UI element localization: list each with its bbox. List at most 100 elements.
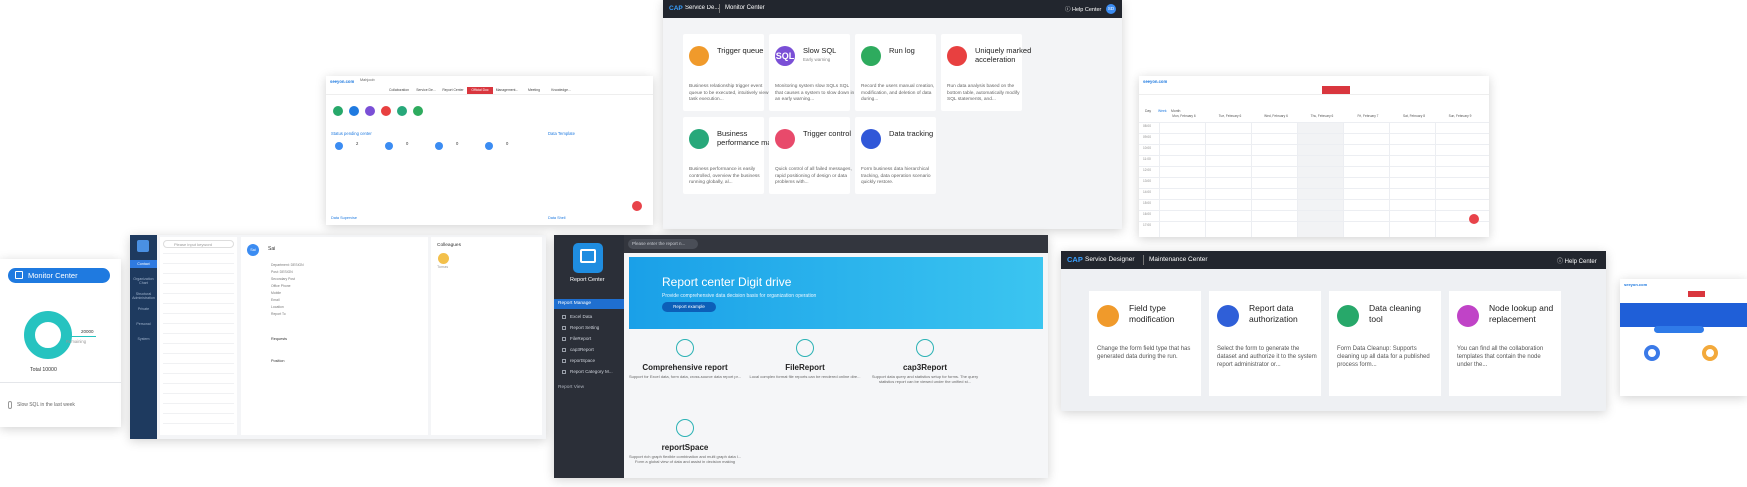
report-menu-item[interactable]: Report Category M... (554, 366, 620, 377)
colleague-avatar[interactable] (438, 253, 449, 264)
menu-item-icon (562, 314, 566, 319)
app-shortcut-icon[interactable] (333, 106, 343, 116)
help-center-link[interactable]: ⓘ Help Center (1065, 5, 1101, 13)
float-action-button[interactable] (632, 201, 642, 211)
menu-item-label: reportSpace (570, 358, 596, 363)
hour-label: 16:00 (1143, 212, 1151, 216)
tree-row[interactable] (163, 403, 234, 404)
app-shortcut-icon[interactable] (397, 106, 407, 116)
hour-label: 10:00 (1143, 146, 1151, 150)
report-card-description: Support rich graph flexible combination … (628, 454, 742, 464)
app-shortcut-icon[interactable] (365, 106, 375, 116)
tile-description: Change the form field type that has gene… (1097, 346, 1191, 360)
portal-nav-tab[interactable]: Knowledge... (548, 87, 574, 94)
menu-item-icon (562, 347, 566, 352)
monitor-tile[interactable]: Uniquely marked acceleration Run data ana… (941, 34, 1031, 111)
portal-nav-tab[interactable]: Meeting (521, 87, 547, 94)
app-name[interactable]: Service Designer (1085, 256, 1135, 263)
monitor-tile[interactable]: SQL Slow SQL Early warning Monitoring syste… (769, 34, 854, 111)
portal-nav-tab[interactable]: Report Center (440, 87, 466, 94)
report-card-description: Local complex format file reports can be… (749, 374, 861, 379)
contacts-sidebar-item[interactable]: Organization Chart (130, 275, 157, 287)
app-shortcut-icon[interactable] (413, 106, 423, 116)
tree-row[interactable] (163, 263, 234, 264)
day-divider (1435, 122, 1436, 237)
mini-active-tab[interactable] (1688, 291, 1705, 297)
tree-row[interactable] (163, 303, 234, 304)
page-controls[interactable] (265, 424, 295, 428)
monitor-tile[interactable]: Trigger queue Business relationship trigg… (683, 34, 768, 111)
tree-row[interactable] (163, 313, 234, 314)
tree-row[interactable] (163, 383, 234, 384)
tree-row[interactable] (163, 353, 234, 354)
colleague-name[interactable]: Tomas (437, 265, 448, 269)
tree-row[interactable] (163, 253, 234, 254)
tree-row[interactable] (163, 363, 234, 364)
tile-description: Form Data Cleanup: Supports cleaning up … (1337, 346, 1430, 368)
app-shortcut-icon[interactable] (381, 106, 391, 116)
report-example-button[interactable]: Report example (662, 302, 716, 312)
contacts-sidebar-item[interactable]: Structural Administration (130, 290, 157, 302)
report-card[interactable]: reportSpace Support rich graph flexible c… (620, 415, 750, 478)
active-tab-management[interactable] (1322, 86, 1350, 94)
app-name[interactable]: Service De... (685, 5, 719, 11)
tree-row[interactable] (163, 373, 234, 374)
brand-logo: CAP (669, 5, 683, 12)
portal-nav-tab[interactable]: Management... (494, 87, 520, 94)
avatar[interactable]: SD (1106, 4, 1116, 14)
report-menu-item[interactable]: Report Setting (554, 322, 620, 333)
help-center-link[interactable]: ⓘ Help Center (1557, 256, 1597, 265)
portal-nav-tab[interactable]: Collaboration (386, 87, 412, 94)
tree-row[interactable] (163, 393, 234, 394)
maintenance-tile[interactable]: Node lookup and replacement You can find … (1449, 291, 1561, 396)
report-menu-item[interactable]: reportSpace (554, 355, 620, 366)
float-action-button[interactable] (1469, 214, 1479, 224)
monitor-tile[interactable]: Business performance map Business perform… (683, 117, 776, 194)
tree-row[interactable] (163, 293, 234, 294)
portal-nav-tab[interactable]: Official Doc (467, 87, 493, 94)
report-menu-item[interactable]: Excel Data (554, 311, 620, 322)
report-card[interactable]: FileReport Local complex format file repo… (740, 335, 870, 405)
calendar-view-tab[interactable]: Month (1171, 109, 1180, 113)
header-divider (1143, 255, 1144, 265)
stat-icon (485, 142, 493, 150)
portal-nav-tab[interactable]: Service De... (413, 87, 439, 94)
brand-logo: seeyon.com (330, 79, 355, 84)
contacts-sidebar-item[interactable]: Personal (130, 320, 157, 328)
monitor-tile[interactable]: Trigger control Quick control of all fail… (769, 117, 852, 194)
tree-row[interactable] (163, 323, 234, 324)
donut-percent: 100% (39, 332, 50, 337)
day-divider (1159, 122, 1160, 237)
menu-item-label: Excel Data (570, 314, 593, 319)
contacts-sidebar-item[interactable]: Contact (130, 260, 157, 269)
maintenance-tile[interactable]: Data cleaning tool Form Data Cleanup: Sup… (1329, 291, 1441, 396)
mini-banner-button[interactable] (1654, 326, 1704, 333)
contacts-sidebar-item[interactable]: Private (130, 305, 157, 313)
report-menu-item[interactable]: FileReport (554, 333, 620, 344)
menu-header[interactable]: Report Manage (554, 299, 624, 309)
calendar-view-tab[interactable]: Day (1145, 109, 1151, 113)
monitor-tile[interactable]: Data tracking Form business data hierarch… (855, 117, 936, 194)
maintenance-tile[interactable]: Report data authorization Select the form… (1209, 291, 1321, 396)
footer-link[interactable]: Data Shell (548, 216, 566, 220)
tree-row[interactable] (163, 343, 234, 344)
menu-footer[interactable]: Report View (558, 385, 584, 390)
tree-row[interactable] (163, 283, 234, 284)
tree-row[interactable] (163, 273, 234, 274)
tree-row[interactable] (163, 333, 234, 334)
tree-row[interactable] (163, 413, 234, 414)
contacts-sidebar-item[interactable]: System (130, 335, 157, 343)
contacts-sidebar: Contact Organization Chart Structural Admi… (130, 235, 157, 439)
tree-row[interactable] (163, 423, 234, 424)
report-card[interactable]: Comprehensive report Support for Excel da… (620, 335, 750, 405)
stat-value: 2 (356, 141, 359, 146)
monitor-tile[interactable]: Run log Record the users manual creation,… (855, 34, 936, 111)
maintenance-tile[interactable]: Field type modification Change the form f… (1089, 291, 1201, 396)
report-card[interactable]: cap3Report Support data query and statist… (860, 335, 990, 405)
report-search-input[interactable]: Please enter the report n... (628, 239, 698, 249)
app-shortcut-icon[interactable] (349, 106, 359, 116)
calendar-view-tab[interactable]: Week (1158, 109, 1167, 113)
report-menu-item[interactable]: cap3Report (554, 344, 620, 355)
footer-link[interactable]: Data Supervise (331, 216, 357, 220)
contacts-search-input[interactable]: Please input keyword (163, 240, 234, 248)
